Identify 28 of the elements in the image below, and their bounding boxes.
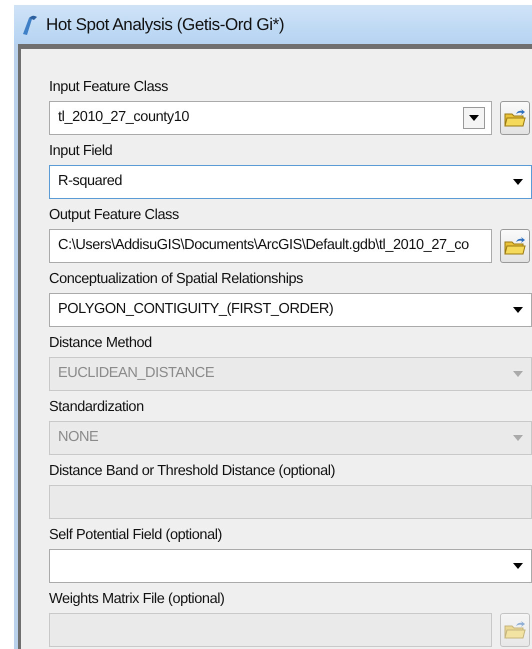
dropdown-arrow-icon: [512, 370, 524, 378]
folder-icon: [504, 108, 526, 128]
field-label: Input Field: [49, 143, 112, 159]
browse-button[interactable]: [500, 229, 530, 263]
window-title: Hot Spot Analysis (Getis-Ord Gi*): [46, 14, 284, 36]
dropdown-arrow-icon: [468, 114, 480, 122]
field-label: Distance Band or Threshold Distance (optional): [49, 463, 335, 479]
dropdown[interactable]: [49, 549, 532, 583]
input-field[interactable]: C:\Users\AddisuGIS\Documents\ArcGIS\Default.gdb\tl_2010_27_co: [49, 229, 492, 263]
field-label: Standardization: [49, 399, 144, 415]
folder-icon: [504, 236, 526, 256]
tool-icon: [20, 14, 38, 36]
browse-button[interactable]: [500, 613, 530, 647]
field-label: Self Potential Field (optional): [49, 527, 222, 543]
folder-icon: [504, 620, 526, 640]
browse-button[interactable]: [500, 101, 530, 135]
field-label: Distance Method: [49, 335, 152, 351]
dropdown-arrow-icon: [512, 178, 524, 186]
dropdown[interactable]: POLYGON_CONTIGUITY_(FIRST_ORDER): [49, 293, 532, 327]
field-label: Input Feature Class: [49, 79, 168, 95]
dropdown-arrow-icon: [512, 306, 524, 314]
field-label: Conceptualization of Spatial Relationships: [49, 271, 304, 287]
field-label: Output Feature Class: [49, 207, 179, 223]
combo-box[interactable]: tl_2010_27_county10: [49, 101, 492, 135]
dropdown-arrow-icon: [512, 562, 524, 570]
dropdown-arrow-icon: [512, 434, 524, 442]
field-label: Weights Matrix File (optional): [49, 591, 224, 607]
dropdown[interactable]: R-squared: [49, 165, 532, 199]
